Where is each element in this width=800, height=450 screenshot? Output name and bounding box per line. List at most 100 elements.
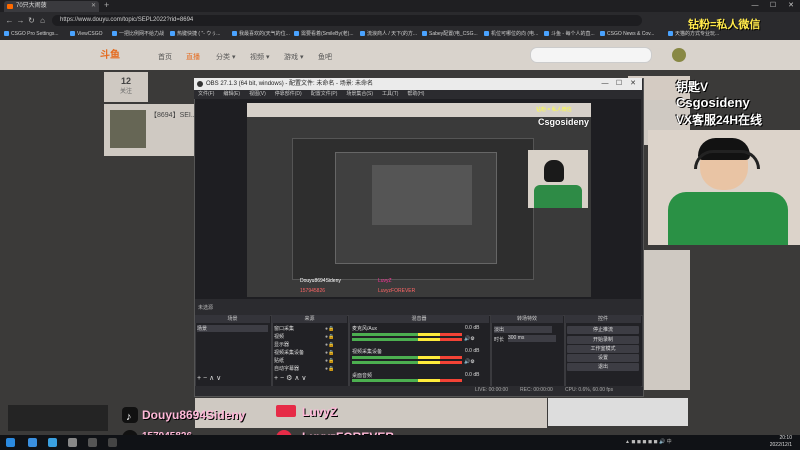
mute-gear-icons[interactable]: 🔊⚙ xyxy=(464,336,475,342)
source-item[interactable]: 贴纸 xyxy=(274,357,284,364)
browser-tab-bar xyxy=(0,0,800,12)
system-tray-icons[interactable]: ▲ ◼ ◼ ◼ ◼ ◼ 🔊 中 xyxy=(625,435,672,450)
transitions-dock-header: 转场特效 xyxy=(491,315,563,323)
bookmark[interactable]: 热键快捷 ( "- ウぅ... xyxy=(170,29,220,40)
volume-meter xyxy=(352,333,462,336)
bookmark[interactable]: 机位可哪位的向 (电... xyxy=(484,29,538,40)
menu-view[interactable]: 视图(V) xyxy=(249,91,266,97)
nav-game[interactable]: 游戏 ▾ xyxy=(284,52,303,62)
nested-obs-window-3 xyxy=(372,165,472,225)
maximize-icon[interactable]: ☐ xyxy=(764,0,782,12)
gift-bar[interactable] xyxy=(195,398,547,428)
menu-edit[interactable]: 编辑(E) xyxy=(223,91,240,97)
obs-minimize-icon[interactable]: — xyxy=(598,78,612,90)
taskbar-clock[interactable]: 20:10 2022/12/1 xyxy=(770,435,792,449)
transition-select[interactable]: 淡出 xyxy=(494,326,552,333)
bookmark[interactable]: 我最喜欢的(天气的位... xyxy=(232,29,290,40)
bookmark[interactable]: ViewCSGO xyxy=(70,29,102,40)
nav-category[interactable]: 分类 ▾ xyxy=(216,52,235,62)
douyu-sub-panel xyxy=(8,405,108,431)
down-icon[interactable]: ∨ xyxy=(216,375,221,382)
search-input[interactable] xyxy=(530,47,652,63)
obs-titlebar: OBS 27.1.3 (64 bit, windows) - 配置文件: 未命名… xyxy=(194,78,642,90)
bookmark[interactable]: 需要看着(SmileBy(老)... xyxy=(294,29,354,40)
nav-home[interactable]: 首页 xyxy=(158,52,172,62)
user-avatar[interactable] xyxy=(672,48,686,62)
volume-meter xyxy=(352,356,462,359)
add-icon[interactable]: + xyxy=(274,375,278,382)
remove-icon[interactable]: − xyxy=(280,375,284,382)
nav-video[interactable]: 视频 ▾ xyxy=(250,52,269,62)
nav-live[interactable]: 直播 xyxy=(186,52,200,62)
obs-taskbar-icon[interactable] xyxy=(108,438,117,447)
nested-watermark-big: Csgosideny xyxy=(538,117,590,127)
menu-file[interactable]: 文件(F) xyxy=(198,91,214,97)
clock-date: 2022/12/1 xyxy=(769,442,792,448)
streamer-avatar[interactable] xyxy=(110,110,146,148)
bookmark[interactable]: CSGO Pro Settings... xyxy=(4,29,59,40)
clock-time: 20:10 xyxy=(779,435,792,441)
minimize-icon[interactable]: — xyxy=(746,0,764,12)
settings-button[interactable]: 设置 xyxy=(567,354,639,362)
mixer-track-db: 0.0 dB xyxy=(465,325,480,331)
forward-icon[interactable]: → xyxy=(15,12,26,29)
up-icon[interactable]: ∧ xyxy=(209,375,214,382)
obs-maximize-icon[interactable]: ☐ xyxy=(612,78,626,90)
url-field[interactable]: https://www.douyu.com/topic/SEPL2022?rid… xyxy=(52,15,642,26)
duration-input[interactable]: 300 ms xyxy=(508,335,556,342)
reload-icon[interactable]: ↻ xyxy=(26,12,37,29)
volume-meter xyxy=(352,379,462,382)
obs-statusbar: LIVE: 00:00:00 REC: 00:00:00 CPU: 0.6%, … xyxy=(195,386,641,395)
home-icon[interactable]: ⌂ xyxy=(37,12,48,29)
browser-tab[interactable]: 70只大闹菠 ✕ xyxy=(4,1,99,12)
obs-source-toolbar: 未选源 xyxy=(195,303,641,313)
source-item[interactable]: 窗口采集 xyxy=(274,325,294,332)
menu-tools[interactable]: 工具(T) xyxy=(382,91,398,97)
mixer-track-db: 0.0 dB xyxy=(465,372,480,378)
volume-slider[interactable] xyxy=(352,338,462,341)
nav-buttons: ← → ↻ ⌂ xyxy=(4,12,48,29)
mute-gear-icons[interactable]: 🔊⚙ xyxy=(464,359,475,365)
visibility-icons[interactable]: ●🔒 ●🔒 ●🔒 ●🔒 ●🔒 ●🔒 xyxy=(325,325,334,373)
add-icon[interactable]: + xyxy=(197,375,201,382)
volume-slider[interactable] xyxy=(352,361,462,364)
menu-docks[interactable]: 停靠部件(D) xyxy=(275,91,302,97)
douyu-id-text: Douyu8694Sideny xyxy=(142,408,246,422)
nav-yuba[interactable]: 鱼吧 xyxy=(318,52,332,62)
stop-streaming-button[interactable]: 停止推流 xyxy=(567,326,639,334)
source-item[interactable]: 自动字幕器 xyxy=(274,365,299,372)
exit-button[interactable]: 退出 xyxy=(567,363,639,371)
bookmark[interactable]: 流浪商人 / 天下(的方... xyxy=(360,29,417,40)
bookmark[interactable]: Sabey配置(电_CSG... xyxy=(422,29,478,40)
gear-icon[interactable]: ⚙ xyxy=(286,375,292,382)
source-item[interactable]: 视频采集设备 xyxy=(274,349,304,356)
source-item[interactable]: 视频 xyxy=(274,333,284,340)
menu-profile[interactable]: 配置文件(P) xyxy=(311,91,338,97)
bookmark[interactable]: 斗鱼 - 每个人的直... xyxy=(544,29,595,40)
start-recording-button[interactable]: 开始录制 xyxy=(567,336,639,344)
close-window-icon[interactable]: ✕ xyxy=(782,0,800,12)
bookmark[interactable]: 一把比例网不给力战 xyxy=(112,29,164,40)
scene-toolbar: + − ∧ ∨ xyxy=(197,374,221,382)
close-tab-icon[interactable]: ✕ xyxy=(91,1,96,12)
app-icon[interactable] xyxy=(68,438,77,447)
menu-scene-collection[interactable]: 场景集合(S) xyxy=(346,91,373,97)
obs-close-icon[interactable]: ✕ xyxy=(626,78,640,90)
studio-mode-button[interactable]: 工作室模式 xyxy=(567,345,639,353)
douyu-logo[interactable]: 斗鱼 xyxy=(100,46,120,61)
chat-input-area[interactable] xyxy=(548,398,688,426)
start-icon[interactable] xyxy=(6,438,15,447)
source-item[interactable]: 显示器 xyxy=(274,341,289,348)
browser-icon[interactable] xyxy=(48,438,57,447)
scene-item[interactable]: 场景 xyxy=(197,325,268,332)
remove-icon[interactable]: − xyxy=(203,375,207,382)
follow-sidebar[interactable]: 12 关注 xyxy=(104,72,148,102)
down-icon[interactable]: ∨ xyxy=(301,375,306,382)
steam-icon[interactable] xyxy=(88,438,97,447)
edge-icon[interactable] xyxy=(28,438,37,447)
bookmark[interactable]: CSGO News & Cov... xyxy=(600,29,654,40)
back-icon[interactable]: ← xyxy=(4,12,15,29)
up-icon[interactable]: ∧ xyxy=(294,375,299,382)
menu-help[interactable]: 帮助(H) xyxy=(407,91,424,97)
new-tab-icon[interactable]: + xyxy=(104,0,109,11)
